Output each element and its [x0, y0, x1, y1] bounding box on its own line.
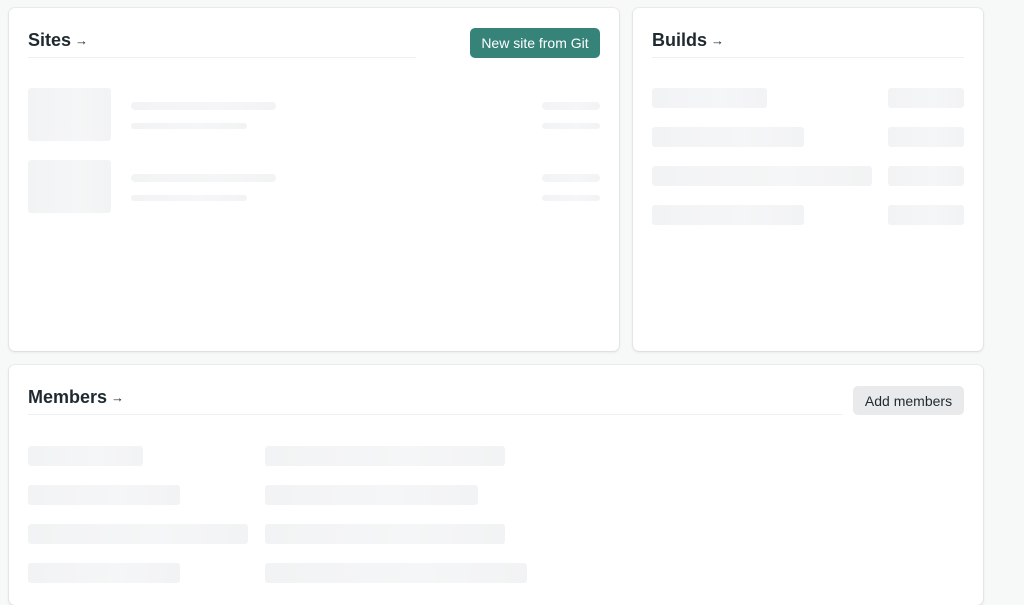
members-divider [28, 414, 843, 415]
build-skeleton-name [652, 166, 872, 186]
skeleton-line [131, 174, 276, 182]
skeleton-line [131, 123, 247, 129]
skeleton-line [131, 102, 276, 110]
build-skeleton-name [652, 127, 804, 147]
skeleton-line [542, 102, 600, 110]
sites-card: Sites → New site from Git [9, 8, 619, 351]
builds-card: Builds → [633, 8, 983, 351]
members-heading-link[interactable]: Members → [28, 387, 124, 408]
arrow-right-icon: → [75, 33, 89, 48]
build-skeleton-status [888, 127, 964, 147]
build-skeleton-status [888, 88, 964, 108]
site-thumbnail-placeholder [28, 88, 111, 141]
member-skeleton-email [265, 524, 505, 544]
arrow-right-icon: → [711, 33, 725, 48]
member-skeleton-name [28, 446, 143, 466]
sites-divider [28, 57, 416, 58]
member-skeleton-email [265, 446, 505, 466]
member-skeleton-name [28, 524, 248, 544]
new-site-from-git-button[interactable]: New site from Git [470, 28, 600, 58]
builds-divider [652, 57, 964, 58]
builds-title: Builds [652, 30, 708, 50]
member-skeleton-name [28, 563, 180, 583]
skeleton-line [542, 123, 600, 129]
site-thumbnail-placeholder [28, 160, 111, 213]
skeleton-line [542, 195, 600, 201]
build-skeleton-name [652, 205, 804, 225]
members-title: Members [28, 387, 108, 407]
member-skeleton-name [28, 485, 180, 505]
skeleton-line [542, 174, 600, 182]
skeleton-line [131, 195, 247, 201]
member-skeleton-email [265, 485, 478, 505]
member-skeleton-email [265, 563, 527, 583]
build-skeleton-name [652, 88, 767, 108]
arrow-right-icon: → [111, 390, 125, 405]
sites-heading-link[interactable]: Sites → [28, 30, 88, 51]
sites-title: Sites [28, 30, 72, 50]
build-skeleton-status [888, 166, 964, 186]
build-skeleton-status [888, 205, 964, 225]
members-card: Members → Add members [9, 365, 983, 605]
add-members-button[interactable]: Add members [853, 386, 964, 415]
builds-heading-link[interactable]: Builds → [652, 30, 724, 51]
